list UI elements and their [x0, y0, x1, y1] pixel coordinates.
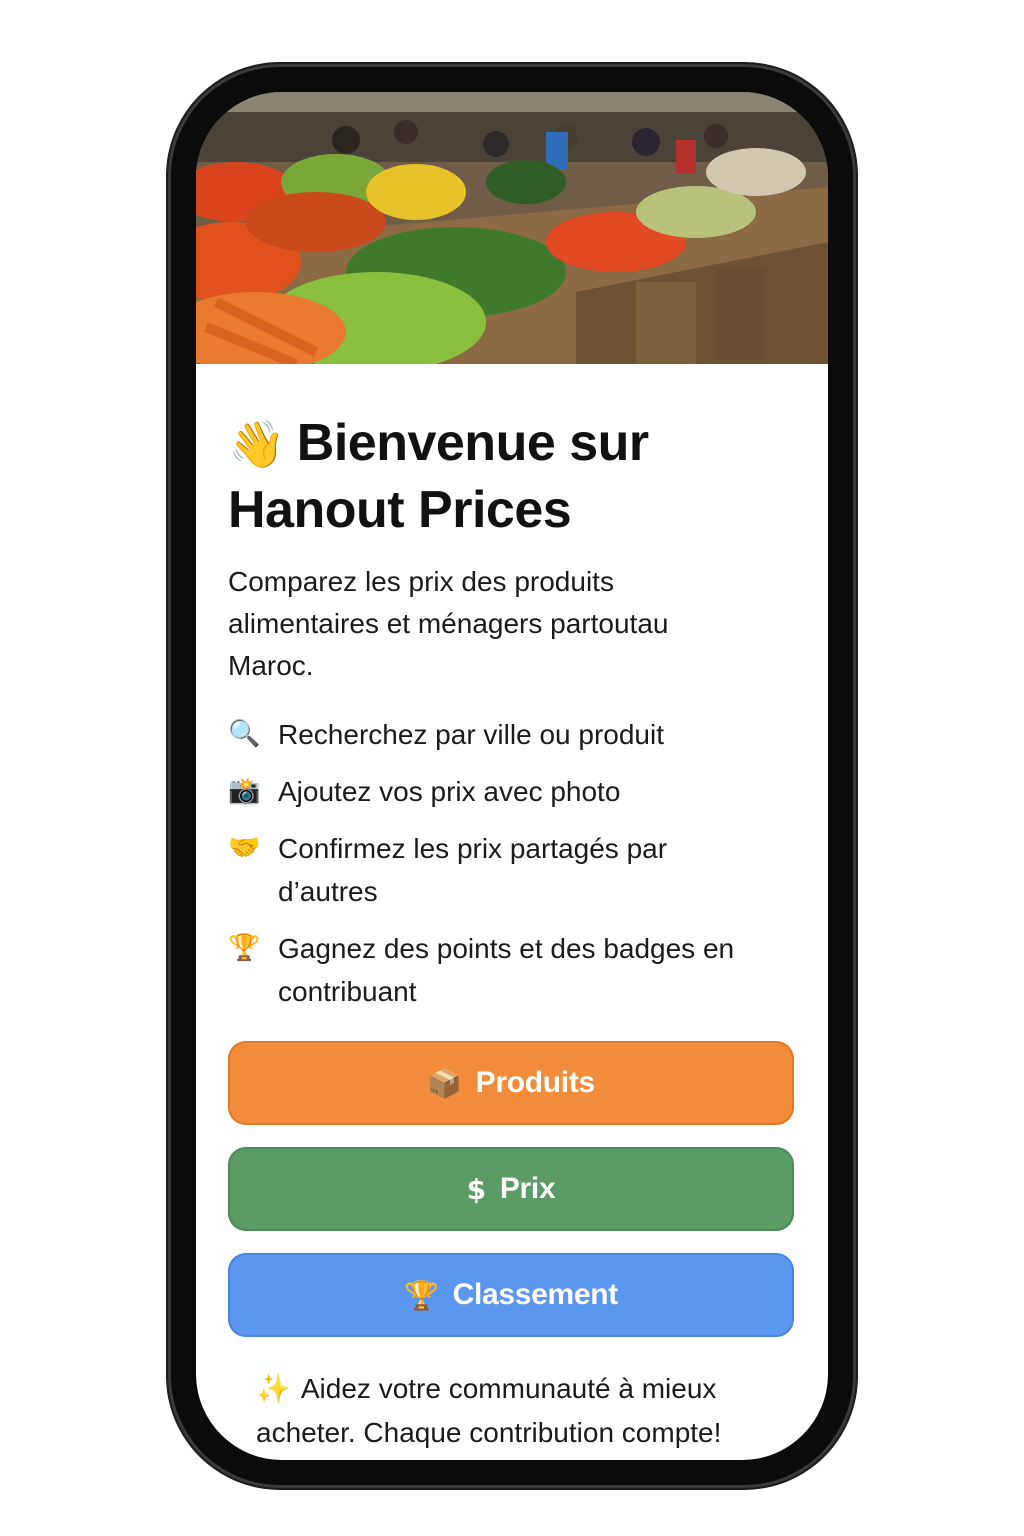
camera-icon: 📸: [228, 776, 261, 806]
feature-text: Confirmez les prix partagés par d’autres: [278, 833, 668, 907]
handshake-icon: 🤝: [228, 833, 261, 863]
feature-text: Gagnez des points et des badges en contr…: [278, 933, 735, 1007]
page-title: 👋 Bienvenue sur Hanout Prices: [228, 410, 796, 543]
app-screen: 👋 Bienvenue sur Hanout Prices Comparez le…: [196, 92, 828, 1460]
dollar-icon: $: [466, 1172, 486, 1206]
ranking-button-label: Classement: [452, 1278, 619, 1311]
feature-item-confirm: 🤝 Confirmez les prix partagés par d’autr…: [228, 827, 796, 913]
ranking-button[interactable]: 🏆 Classement: [228, 1253, 794, 1337]
welcome-content: 👋 Bienvenue sur Hanout Prices Comparez le…: [228, 410, 796, 1455]
feature-item-photo: 📸 Ajoutez vos prix avec photo: [228, 770, 796, 813]
sparkles-icon: ✨: [256, 1372, 291, 1405]
phone-frame: 👋 Bienvenue sur Hanout Prices Comparez le…: [168, 64, 856, 1488]
footer-message: ✨ Aidez votre communauté à mieux acheter.…: [256, 1367, 796, 1455]
feature-item-search: 🔍 Recherchez par ville ou produit: [228, 713, 796, 756]
hero-image: [196, 92, 828, 364]
footer-text: Aidez votre communauté à mieux acheter. …: [256, 1373, 722, 1448]
market-illustration: [196, 92, 828, 364]
trophy-icon: 🏆: [228, 933, 261, 963]
title-line-1: Bienvenue sur: [296, 414, 649, 472]
trophy-icon: 🏆: [404, 1278, 439, 1312]
prices-button-label: Prix: [499, 1172, 556, 1205]
feature-list: 🔍 Recherchez par ville ou produit 📸 Ajou…: [228, 713, 796, 1013]
title-line-2: Hanout Prices: [228, 481, 572, 539]
prices-button[interactable]: $ Prix: [228, 1147, 794, 1231]
feature-item-badges: 🏆 Gagnez des points et des badges en con…: [228, 927, 796, 1013]
magnifier-icon: 🔍: [228, 719, 261, 749]
products-button-label: Produits: [475, 1066, 596, 1099]
feature-text: Ajoutez vos prix avec photo: [278, 776, 621, 807]
products-button[interactable]: 📦 Produits: [228, 1041, 794, 1125]
package-icon: 📦: [427, 1066, 462, 1100]
subtitle: Comparez les prix des produits alimentai…: [228, 566, 669, 681]
waving-hand-icon: 👋: [228, 417, 285, 471]
feature-text: Recherchez par ville ou produit: [278, 719, 664, 750]
